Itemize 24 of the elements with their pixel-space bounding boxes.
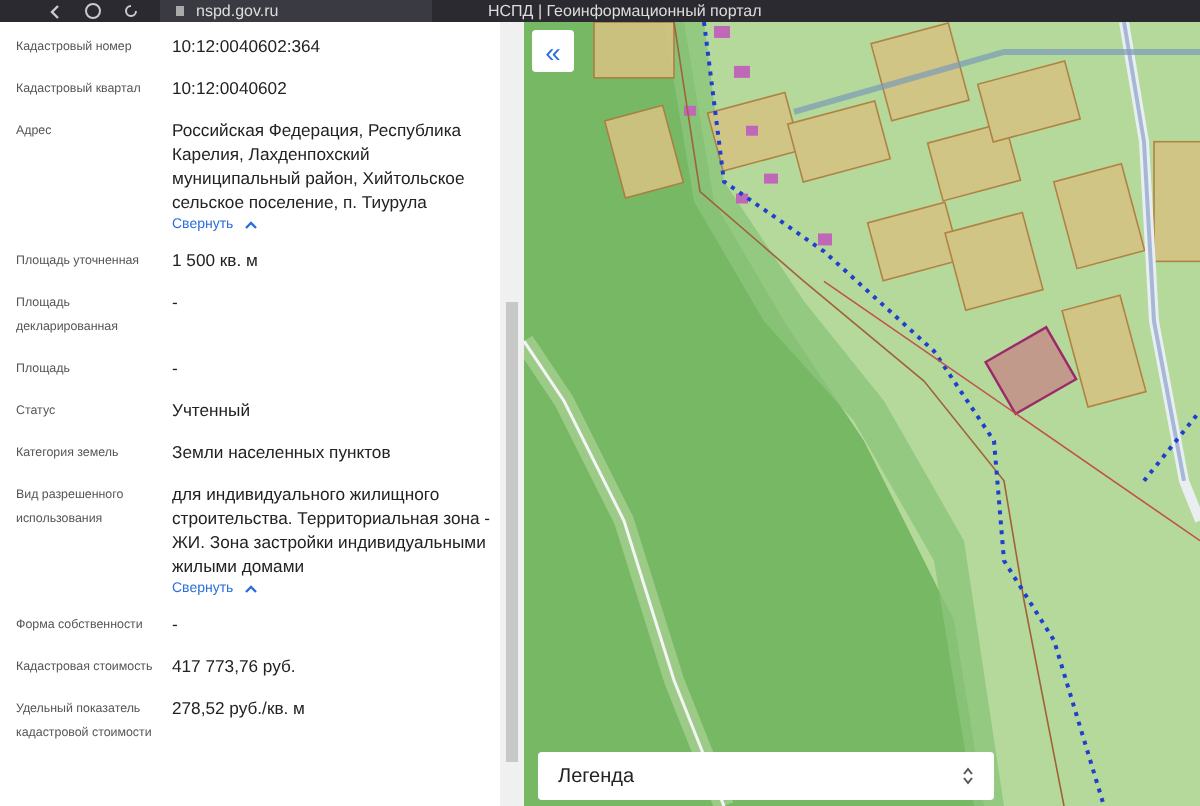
field-value: Учтенный [172, 398, 253, 422]
field-value: - [172, 356, 180, 380]
chevron-up-icon [243, 584, 258, 594]
reload-icon[interactable] [122, 2, 140, 20]
field-value: 10:12:0040602:364 [172, 34, 323, 58]
address-bar[interactable]: nspd.gov.ru [160, 0, 432, 22]
scrollbar[interactable] [500, 22, 524, 806]
collapse-panel-button[interactable]: « [532, 30, 574, 72]
legend-dropdown[interactable]: Легенда [538, 752, 994, 800]
field-value: 417 773,76 руб. [172, 654, 298, 678]
up-down-chevron-icon [962, 766, 974, 786]
field-value: 1 500 кв. м [172, 248, 260, 272]
chevron-up-icon [243, 220, 258, 230]
field-value: 278,52 руб./кв. м [172, 696, 307, 720]
lock-icon [176, 6, 184, 16]
field-value: Российская Федерация, Республика Карелия, Лахденпохский муниципальный район, Хийтольское сельское поселение, п. Тиурула [172, 118, 467, 214]
field-value: Земли населенных пунктов [172, 440, 393, 464]
field-value: 10:12:0040602 [172, 76, 289, 100]
legend-label: Легенда [558, 765, 635, 787]
page-title: НСПД | Геоинформационный портал [488, 0, 762, 22]
map-drawing[interactable] [524, 22, 1200, 806]
field-value: - [172, 612, 180, 636]
field-value: для индивидуального жилищного строительства. Территориальная зона - ЖИ. Зона застройки индивидуальными жилыми домами [172, 482, 492, 578]
field-value: - [172, 290, 180, 314]
